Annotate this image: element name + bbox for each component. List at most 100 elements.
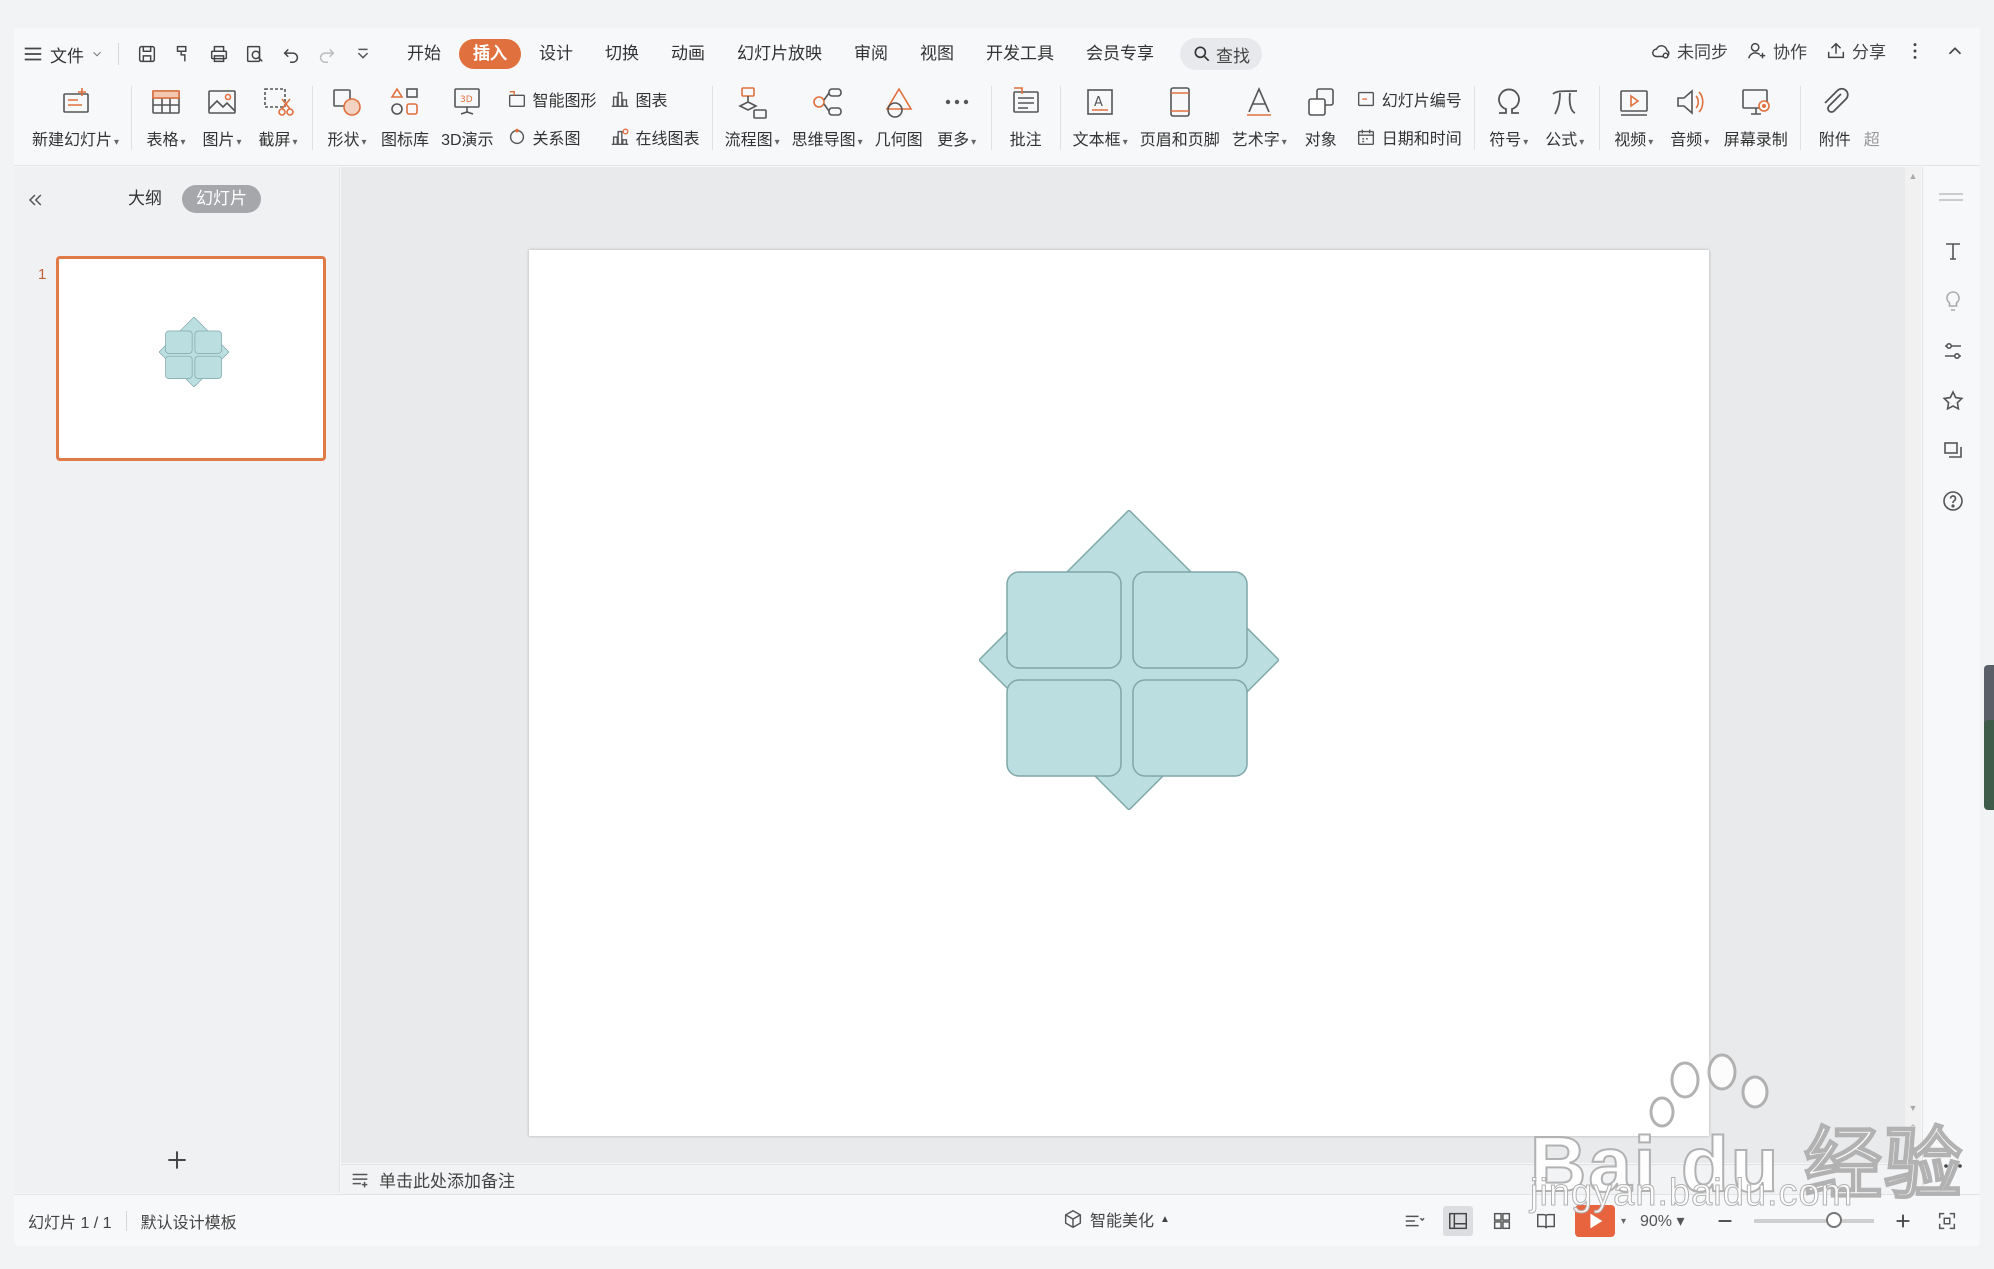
icon-library-button[interactable]: 图标库 xyxy=(375,80,435,160)
table-button[interactable]: 表格 ▾ xyxy=(138,80,194,160)
attachment-button[interactable]: 附件 xyxy=(1807,80,1863,160)
notes-area[interactable]: 单击此处添加备注 xyxy=(341,1164,1921,1194)
collapse-panel-button[interactable] xyxy=(22,187,48,213)
prev-slide-arrow[interactable]: ⌃ xyxy=(1908,1123,1918,1133)
picture-button[interactable]: 图片 ▾ xyxy=(194,80,250,160)
print-button[interactable] xyxy=(203,38,235,70)
save-button[interactable] xyxy=(131,38,163,70)
template-name[interactable]: 默认设计模板 xyxy=(127,1209,251,1233)
flowchart-button[interactable]: 流程图 ▾ xyxy=(719,80,786,160)
drag-handle[interactable] xyxy=(1939,193,1963,201)
more-options-button[interactable] xyxy=(1904,40,1926,62)
more-insert-button[interactable]: 更多 ▾ xyxy=(929,80,985,160)
textbox-button[interactable]: A 文本框 ▾ xyxy=(1067,80,1134,160)
start-slideshow-button[interactable] xyxy=(1574,1205,1615,1237)
zoom-slider[interactable] xyxy=(1754,1212,1874,1228)
minus-icon xyxy=(1718,1220,1732,1222)
shape-button[interactable]: 形状 ▾ xyxy=(319,80,375,160)
formula-button[interactable]: 公式 ▾ xyxy=(1537,80,1593,160)
notes-toggle-button[interactable] xyxy=(1399,1206,1429,1236)
header-footer-button[interactable]: 页眉和页脚 xyxy=(1134,80,1226,160)
help-button[interactable] xyxy=(1939,487,1967,515)
scroll-up-arrow[interactable]: ▲ xyxy=(1908,171,1918,181)
vertical-scrollbar[interactable]: ▲ ▼ ⌃ ⌄ xyxy=(1905,167,1921,1163)
zoom-out-button[interactable] xyxy=(1710,1206,1740,1236)
tab-insert[interactable]: 插入 xyxy=(459,39,521,69)
smart-beautify-button[interactable]: 智能美化 ▲ xyxy=(1062,1207,1170,1231)
datetime-button[interactable]: 日期和时间 xyxy=(1355,122,1462,152)
redo-button[interactable] xyxy=(311,38,343,70)
tab-design[interactable]: 设计 xyxy=(525,39,587,69)
properties-button[interactable] xyxy=(1939,337,1967,365)
slide-sorter-button[interactable] xyxy=(1487,1206,1517,1236)
3d-demo-button[interactable]: 3D 3D演示 xyxy=(435,80,499,160)
format-painter-button[interactable] xyxy=(167,38,199,70)
object-button[interactable]: 对象 xyxy=(1293,80,1349,160)
sync-status-button[interactable]: 未同步 xyxy=(1650,38,1728,63)
flowchart-label: 流程图 xyxy=(724,132,773,149)
zoom-in-button[interactable] xyxy=(1888,1206,1918,1236)
tab-outline[interactable]: 大纲 xyxy=(114,185,176,213)
tab-slides[interactable]: 幻灯片 xyxy=(182,185,261,213)
zoom-slider-knob[interactable] xyxy=(1826,1212,1842,1228)
slide-page[interactable] xyxy=(529,250,1709,1136)
divider xyxy=(312,86,314,150)
tab-transitions[interactable]: 切换 xyxy=(591,39,653,69)
shape-group[interactable] xyxy=(979,510,1279,810)
scroll-down-arrow[interactable]: ▼ xyxy=(1908,1103,1918,1113)
file-menu-button[interactable]: 文件 xyxy=(14,38,112,70)
comment-button[interactable]: 批注 xyxy=(998,80,1054,160)
zoom-level[interactable]: 90% ▾ xyxy=(1640,1211,1696,1231)
share-button[interactable]: 分享 xyxy=(1825,38,1886,63)
design-ideas-button[interactable] xyxy=(1939,287,1967,315)
mindmap-button[interactable]: 思维导图 ▾ xyxy=(786,80,869,160)
print-preview-button[interactable] xyxy=(239,38,271,70)
tab-home[interactable]: 开始 xyxy=(393,39,455,69)
rounded-rect-bottom-right[interactable] xyxy=(1132,679,1248,777)
collaborate-button[interactable]: 协作 xyxy=(1746,38,1807,63)
tab-developer[interactable]: 开发工具 xyxy=(972,39,1068,69)
add-slide-button[interactable] xyxy=(162,1145,192,1175)
print-preview-icon xyxy=(246,45,263,63)
customize-toolbar-button[interactable] xyxy=(347,38,379,70)
normal-view-button[interactable] xyxy=(1442,1206,1473,1236)
video-button[interactable]: 视频 ▾ xyxy=(1606,80,1662,160)
transition-pane-button[interactable] xyxy=(1939,437,1967,465)
rounded-rect-bottom-left[interactable] xyxy=(1006,679,1122,777)
divider xyxy=(1598,86,1600,150)
geometry-button[interactable]: 几何图 xyxy=(869,80,929,160)
collapse-ribbon-button[interactable] xyxy=(1944,40,1966,62)
audio-button[interactable]: 音频 ▾ xyxy=(1662,80,1718,160)
wordart-button[interactable]: 艺术字 ▾ xyxy=(1226,80,1293,160)
screenshot-button[interactable]: 截屏 ▾ xyxy=(250,80,306,160)
tab-slideshow[interactable]: 幻灯片放映 xyxy=(723,39,836,69)
side-edge-tab-secondary[interactable] xyxy=(1984,720,1994,810)
rounded-rect-top-right[interactable] xyxy=(1132,571,1248,669)
next-slide-arrow[interactable]: ⌄ xyxy=(1908,1141,1918,1151)
slide-thumbnail[interactable] xyxy=(56,256,326,461)
slide-number-button[interactable]: 幻灯片编号 xyxy=(1355,84,1462,114)
hyperlink-button-partial[interactable]: 超 xyxy=(1863,80,1881,160)
tab-review[interactable]: 审阅 xyxy=(840,39,902,69)
fit-window-button[interactable] xyxy=(1932,1206,1962,1236)
search-button[interactable]: 查找 xyxy=(1180,38,1262,70)
tab-animations[interactable]: 动画 xyxy=(657,39,719,69)
more-panes-button[interactable] xyxy=(1939,1152,1967,1180)
tab-member[interactable]: 会员专享 xyxy=(1072,39,1168,69)
view-controls: ▾ 90% ▾ xyxy=(1399,1205,1962,1237)
screen-record-button[interactable]: 屏幕录制 xyxy=(1718,80,1794,160)
rounded-rect-top-left[interactable] xyxy=(1006,571,1122,669)
online-chart-button[interactable]: 在线图表 xyxy=(609,122,700,152)
caret-down-icon[interactable]: ▾ xyxy=(1621,1216,1626,1227)
text-format-button[interactable] xyxy=(1939,237,1967,265)
new-slide-button[interactable]: 新建幻灯片 ▾ xyxy=(26,80,125,160)
animation-pane-button[interactable] xyxy=(1939,387,1967,415)
chart-button[interactable]: 图表 xyxy=(609,84,700,114)
tab-view[interactable]: 视图 xyxy=(906,39,968,69)
smart-art-button[interactable]: 智能图形 xyxy=(506,84,597,114)
undo-button[interactable] xyxy=(275,38,307,70)
relation-chart-button[interactable]: 关系图 xyxy=(506,122,597,152)
collaborate-label: 协作 xyxy=(1773,43,1807,62)
symbol-button[interactable]: 符号 ▾ xyxy=(1481,80,1537,160)
reading-view-button[interactable] xyxy=(1531,1206,1561,1236)
